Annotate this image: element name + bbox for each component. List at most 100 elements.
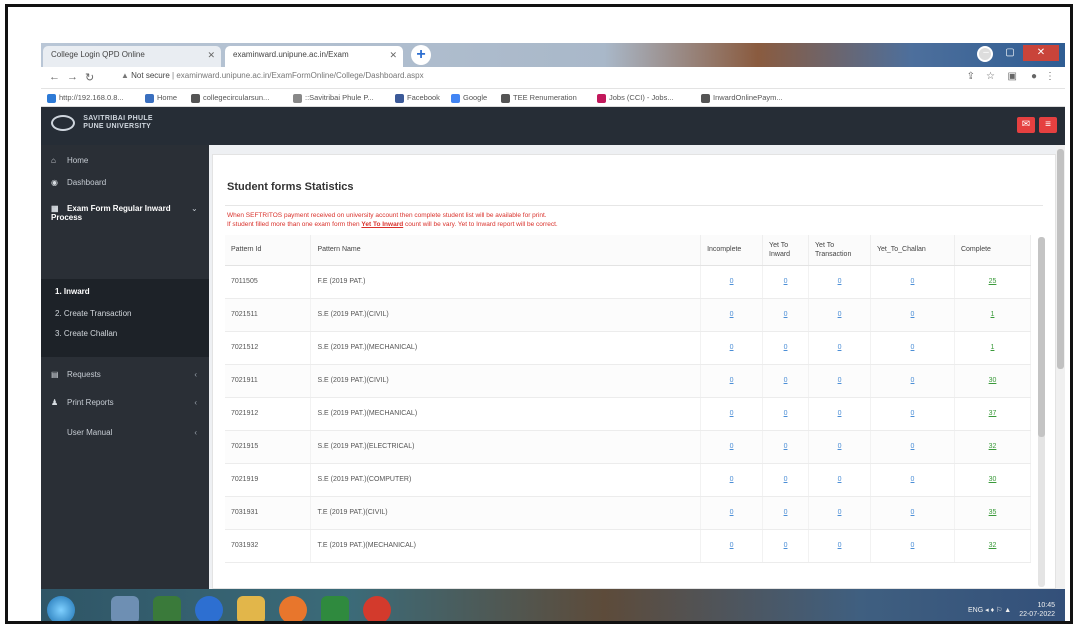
count-link[interactable]: 1 xyxy=(954,298,1032,332)
count-link[interactable]: 0 xyxy=(700,463,764,497)
sidebar-item-home[interactable]: ⌂ Home xyxy=(41,151,209,171)
count-link[interactable]: 0 xyxy=(808,529,872,563)
count-link[interactable]: 0 xyxy=(808,430,872,464)
column-header[interactable]: Yet_To_Challan xyxy=(870,235,955,266)
count-link[interactable]: 0 xyxy=(762,331,810,365)
count-link[interactable]: 0 xyxy=(700,331,764,365)
count-link[interactable]: 35 xyxy=(954,496,1032,530)
sidebar-item-requests[interactable]: ▤ Requests ‹ xyxy=(41,365,209,385)
star-icon[interactable]: ☆ xyxy=(986,71,995,82)
count-link[interactable]: 32 xyxy=(954,529,1032,563)
bookmark-item[interactable]: ::Savitribai Phule P... xyxy=(293,93,374,103)
count-link[interactable]: 0 xyxy=(870,265,955,299)
sidebar-item-exam-form[interactable]: ▦ Exam Form Regular Inward Process xyxy=(41,199,191,239)
maximize-button[interactable]: ▢ xyxy=(999,45,1021,61)
share-icon[interactable]: ⇪ xyxy=(967,71,975,82)
column-header[interactable]: Pattern Name xyxy=(310,235,702,266)
count-link[interactable]: 37 xyxy=(954,397,1032,431)
count-link[interactable]: 0 xyxy=(700,397,764,431)
count-link[interactable]: 32 xyxy=(954,430,1032,464)
forward-arrow-icon[interactable]: → xyxy=(67,71,78,83)
chrome-icon[interactable] xyxy=(363,596,391,621)
count-link[interactable]: 0 xyxy=(808,265,872,299)
scrollbar-thumb[interactable] xyxy=(1057,149,1064,369)
bookmark-item[interactable]: Facebook xyxy=(395,93,440,103)
count-link[interactable]: 0 xyxy=(700,364,764,398)
scrollbar-thumb[interactable] xyxy=(1038,237,1045,437)
count-link[interactable]: 0 xyxy=(762,529,810,563)
count-link[interactable]: 1 xyxy=(954,331,1032,365)
count-link[interactable]: 0 xyxy=(762,364,810,398)
volume-icon[interactable]: ◂ ♦ ⚐ ▲ xyxy=(985,607,1013,614)
count-link[interactable]: 0 xyxy=(762,463,810,497)
close-window-button[interactable]: ✕ xyxy=(1023,45,1059,61)
bookmark-item[interactable]: http://192.168.0.8... xyxy=(47,93,124,103)
count-link[interactable]: 0 xyxy=(700,496,764,530)
new-tab-button[interactable]: + xyxy=(411,45,431,65)
count-link[interactable]: 0 xyxy=(700,265,764,299)
count-link[interactable]: 0 xyxy=(762,397,810,431)
page-scrollbar[interactable] xyxy=(1056,145,1065,589)
bookmark-item[interactable]: Jobs (CCI) - Jobs... xyxy=(597,93,674,103)
yet-to-inward-link[interactable]: Yet To Inward xyxy=(361,221,403,228)
reload-icon[interactable]: ↻ xyxy=(85,71,94,84)
clock[interactable]: 10:45 22-07-2022 xyxy=(1019,601,1055,619)
internet-explorer-icon[interactable] xyxy=(195,596,223,621)
count-link[interactable]: 30 xyxy=(954,364,1032,398)
excel-icon[interactable] xyxy=(321,596,349,621)
column-header[interactable]: Pattern Id xyxy=(225,235,312,266)
count-link[interactable]: 0 xyxy=(762,496,810,530)
count-link[interactable]: 0 xyxy=(870,364,955,398)
hamburger-menu-icon[interactable]: ≡ xyxy=(1039,117,1057,133)
extensions-icon[interactable]: ▣ xyxy=(1008,71,1017,82)
count-link[interactable]: 0 xyxy=(762,298,810,332)
bookmark-item[interactable]: Home xyxy=(145,93,177,103)
count-link[interactable]: 0 xyxy=(762,430,810,464)
count-link[interactable]: 25 xyxy=(954,265,1032,299)
count-link[interactable]: 0 xyxy=(808,298,872,332)
count-link[interactable]: 0 xyxy=(700,430,764,464)
sidebar-item-dashboard[interactable]: ◉ Dashboard xyxy=(41,173,209,193)
university-logo[interactable]: SAVITRIBAI PHULE PUNE UNIVERSITY xyxy=(51,115,153,131)
sidebar-item-print-reports[interactable]: ♟ Print Reports ‹ xyxy=(41,393,209,413)
account-icon[interactable]: ● xyxy=(1031,71,1037,82)
count-link[interactable]: 0 xyxy=(870,430,955,464)
count-link[interactable]: 0 xyxy=(870,331,955,365)
language-indicator[interactable]: ENG xyxy=(968,607,983,614)
system-tray[interactable]: ENG ◂ ♦ ⚐ ▲ 10:45 22-07-2022 xyxy=(968,601,1055,619)
minimize-button[interactable]: – xyxy=(975,45,997,61)
count-link[interactable]: 0 xyxy=(870,496,955,530)
count-link[interactable]: 0 xyxy=(808,496,872,530)
submenu-item-create-challan[interactable]: 3. Create Challan xyxy=(55,329,117,338)
file-manager-icon[interactable] xyxy=(111,596,139,621)
count-link[interactable]: 0 xyxy=(808,463,872,497)
folder-icon[interactable] xyxy=(237,596,265,621)
count-link[interactable]: 0 xyxy=(808,397,872,431)
bookmark-item[interactable]: TEE Renumeration xyxy=(501,93,577,103)
count-link[interactable]: 0 xyxy=(870,397,955,431)
count-link[interactable]: 0 xyxy=(808,331,872,365)
close-tab-icon[interactable]: ✕ xyxy=(389,50,397,61)
count-link[interactable]: 0 xyxy=(700,529,764,563)
count-link[interactable]: 0 xyxy=(870,298,955,332)
sidebar-item-user-manual[interactable]: User Manual ‹ xyxy=(41,423,209,443)
count-link[interactable]: 0 xyxy=(808,364,872,398)
table-scrollbar[interactable] xyxy=(1038,237,1045,587)
close-tab-icon[interactable]: ✕ xyxy=(207,50,215,61)
browser-tab-1[interactable]: College Login QPD Online ✕ xyxy=(43,46,221,67)
submenu-item-inward[interactable]: 1. Inward xyxy=(55,287,90,296)
url-field[interactable]: ▲ Not secure | examinward.unipune.ac.in/… xyxy=(121,71,881,85)
menu-kebab-icon[interactable]: ⋮ xyxy=(1045,71,1055,82)
column-header[interactable]: Complete xyxy=(954,235,1032,266)
back-arrow-icon[interactable]: ← xyxy=(49,71,60,83)
column-header[interactable]: Yet To Inward xyxy=(762,235,810,266)
column-header[interactable]: Incomplete xyxy=(700,235,764,266)
browser-tab-2[interactable]: examinward.unipune.ac.in/Exam ✕ xyxy=(225,46,403,67)
bookmark-item[interactable]: Google xyxy=(451,93,487,103)
firefox-icon[interactable] xyxy=(279,596,307,621)
bookmark-item[interactable]: collegecircularsun... xyxy=(191,93,269,103)
submenu-item-create-transaction[interactable]: 2. Create Transaction xyxy=(55,309,131,318)
column-header[interactable]: Yet To Transaction xyxy=(808,235,872,266)
count-link[interactable]: 0 xyxy=(700,298,764,332)
bookmark-item[interactable]: InwardOnlinePaym... xyxy=(701,93,783,103)
